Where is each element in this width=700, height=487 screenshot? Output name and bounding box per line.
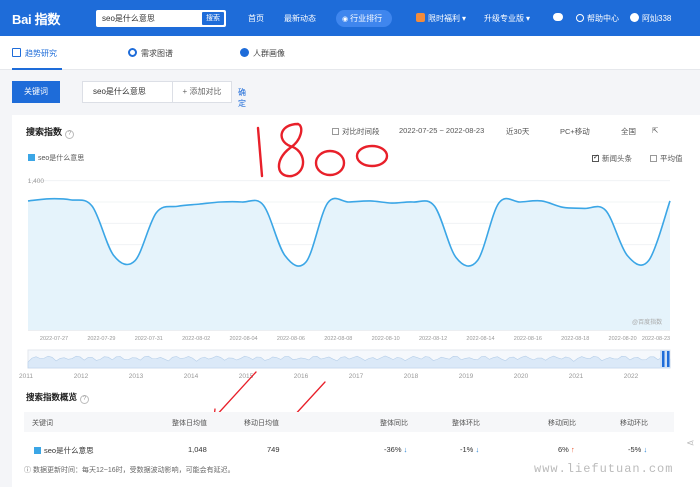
average-toggle-label: 平均值	[660, 154, 683, 163]
panel-title: 搜索指数?	[26, 125, 75, 139]
arrow-down-icon: ↓	[475, 445, 480, 454]
period-select[interactable]: 近30天	[506, 126, 529, 137]
footnote-text: 数据更新时间：每天12~16时，受数据波动影响，可能会有延迟。	[32, 467, 235, 474]
overview-title-text: 搜索指数概览	[26, 392, 78, 402]
site-watermark: www.liefutuan.com	[534, 462, 674, 476]
col-mobile-yoy: 移动同比	[548, 420, 576, 427]
col-overall-mom: 整体环比	[452, 420, 480, 427]
tab-audience-label: 人群画像	[253, 49, 285, 58]
overview-title: 搜索指数概览?	[26, 391, 90, 404]
date-range-picker[interactable]: 2022-07-25 ~ 2022-08-23	[399, 126, 484, 135]
row-swatch	[34, 447, 41, 454]
logo-text: Bai 指数	[12, 12, 61, 27]
industry-rank-button[interactable]: ◉ 行业排行	[336, 10, 392, 27]
top-navigation-bar: Bai 指数 搜索 首页 最新动态 ◉行业排行 限时福利▾ 升级专业版▾ 帮助中…	[0, 0, 700, 36]
checkbox-icon	[650, 155, 657, 162]
nav-latest-news[interactable]: 最新动态	[284, 13, 316, 24]
person-icon	[240, 48, 249, 57]
gift-icon	[416, 13, 425, 22]
panel-title-text: 搜索指数	[26, 127, 63, 137]
device-select[interactable]: PC+移动	[560, 126, 590, 137]
mobile-mom-value: -5%	[628, 445, 642, 454]
cell-overall-avg: 1,048	[188, 445, 207, 454]
table-row-keyword[interactable]: seo是什么意思	[34, 445, 94, 456]
search-input[interactable]	[98, 10, 198, 27]
average-toggle[interactable]: 平均值	[650, 153, 683, 164]
nav-limited-offer[interactable]: 限时福利 ▾	[416, 13, 466, 24]
legend-swatch	[28, 154, 35, 161]
region-select[interactable]: 全国	[621, 126, 636, 137]
overall-yoy-value: -36%	[384, 445, 402, 454]
compare-time-label: 对比时间段	[342, 127, 380, 136]
data-update-note: ⓘ 数据更新时间：每天12~16时，受数据波动影响，可能会有延迟。	[24, 465, 235, 475]
tab-audience-portrait[interactable]: 人群画像	[240, 48, 285, 59]
col-overall-avg: 整体日均值	[172, 420, 207, 427]
col-mobile-mom: 移动环比	[620, 420, 648, 427]
active-tab-indicator	[12, 68, 62, 70]
industry-rank-label: 行业排行	[350, 14, 383, 23]
avatar	[630, 13, 639, 22]
cell-overall-yoy: -36% ↓	[384, 445, 407, 454]
arrow-down-icon: ↓	[403, 445, 408, 454]
help-icon	[576, 14, 584, 22]
overall-mom-value: -1%	[460, 445, 474, 454]
checkbox-checked-icon	[592, 153, 599, 162]
user-menu[interactable]: 阿灿338	[630, 13, 671, 24]
rank-icon: ◉	[342, 16, 349, 23]
overview-header-row	[24, 412, 674, 432]
username: 阿灿338	[642, 14, 672, 23]
cell-mobile-avg: 749	[267, 445, 280, 454]
help-icon[interactable]: ?	[65, 130, 75, 139]
checkbox-icon	[332, 128, 339, 135]
target-icon	[128, 48, 137, 57]
arrow-down-icon: ↓	[643, 445, 648, 454]
keyword-input[interactable]: seo是什么意思	[82, 81, 174, 103]
cell-overall-mom: -1% ↓	[460, 445, 479, 454]
mobile-yoy-value: 6%	[558, 445, 569, 454]
add-compare-button[interactable]: + 添加对比	[172, 81, 232, 103]
chevron-down-icon: ▾	[462, 14, 467, 23]
wechat-glyph	[553, 13, 563, 21]
tab-trend-research[interactable]: 趋势研究	[12, 48, 57, 59]
share-icon[interactable]: ⇱	[652, 126, 658, 135]
confirm-button[interactable]: 确定	[238, 87, 246, 109]
news-toggle-label: 新闻头条	[602, 154, 632, 163]
limited-offer-label: 限时福利	[428, 14, 460, 23]
help-center-label: 帮助中心	[587, 14, 619, 23]
nav-home[interactable]: 首页	[248, 13, 264, 24]
arrow-up-icon: ↑	[570, 445, 575, 454]
wechat-icon[interactable]	[553, 13, 563, 22]
upgrade-pro-label: 升级专业版	[484, 14, 524, 23]
legend-label: seo是什么意思	[38, 155, 85, 162]
tab-demand-map[interactable]: 需求图谱	[128, 48, 173, 59]
baidu-index-logo[interactable]: Bai 指数	[12, 9, 60, 28]
tab-demand-label: 需求图谱	[141, 49, 173, 58]
help-icon[interactable]: ?	[80, 395, 90, 404]
cell-mobile-yoy: 6% ↑	[558, 445, 575, 454]
analysis-tabs: 趋势研究 需求图谱 人群画像	[0, 36, 700, 70]
cell-mobile-mom: -5% ↓	[628, 445, 647, 454]
tab-trend-label: 趋势研究	[25, 49, 57, 58]
share-side-icon[interactable]: ⋖	[686, 438, 694, 449]
series-legend[interactable]: seo是什么意思	[28, 153, 84, 163]
chevron-down-icon: ▾	[526, 14, 531, 23]
col-overall-yoy: 整体同比	[380, 420, 408, 427]
nav-help-center[interactable]: 帮助中心	[576, 13, 619, 24]
trend-chart-icon	[12, 48, 21, 57]
nav-upgrade-pro[interactable]: 升级专业版 ▾	[484, 13, 530, 24]
info-icon: ⓘ	[24, 467, 33, 474]
search-box: 搜索	[96, 10, 226, 27]
news-toggle[interactable]: 新闻头条	[592, 153, 632, 164]
row-keyword-text: seo是什么意思	[44, 446, 94, 455]
compare-time-toggle[interactable]: 对比时间段	[332, 126, 380, 137]
keyword-label: 关键词	[12, 81, 60, 103]
col-mobile-avg: 移动日均值	[244, 420, 279, 427]
search-button[interactable]: 搜索	[202, 12, 224, 25]
col-keyword: 关键词	[32, 420, 53, 427]
